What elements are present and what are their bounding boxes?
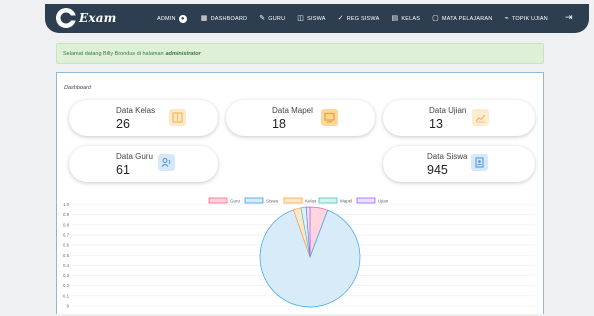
register-icon: ✓ — [337, 15, 344, 22]
nav-topik-ujian-label: TOPIK UJIAN — [511, 15, 548, 22]
welcome-alert: Selamat datang Billy Brondus di halaman … — [56, 43, 544, 64]
card-value: 61 — [116, 163, 130, 177]
card-label: Data Siswa — [427, 152, 468, 161]
card-label: Data Mapel — [272, 106, 313, 115]
subject-icon: ▢ — [432, 15, 439, 22]
brand-name: Exam — [79, 11, 117, 25]
id-badge-icon — [471, 154, 488, 171]
nav-menu: ADMIN ● ▦ DASHBOARD ✎ GURU ◫ SISWA ✓ REG… — [157, 4, 560, 33]
card-label: Data Guru — [116, 152, 153, 161]
card-value: 26 — [116, 117, 130, 131]
nav-guru[interactable]: ✎ GURU — [259, 15, 285, 22]
legend-label-mapel[interactable]: Mapel — [340, 199, 352, 204]
exam-topic-icon: ⌁ — [504, 15, 509, 22]
card-label: Data Ujian — [429, 106, 467, 115]
legend-label-siswa[interactable]: Siswa — [266, 199, 279, 204]
brand[interactable]: Exam — [55, 7, 117, 29]
nav-dashboard-label: DASHBOARD — [210, 15, 248, 22]
legend-label-kelas[interactable]: Kelas — [305, 199, 317, 204]
monitor-icon — [321, 109, 338, 126]
y-tick-label: 0.8 — [63, 222, 70, 227]
student-icon: ◫ — [297, 15, 305, 22]
y-tick-label: 0.9 — [63, 212, 70, 217]
table-icon — [169, 109, 186, 126]
teacher-icon: ✎ — [259, 15, 266, 22]
legend-swatch-guru[interactable] — [208, 197, 228, 204]
card-data-guru[interactable]: Data Guru 61 — [69, 146, 218, 182]
legend-label-guru[interactable]: Guru — [230, 199, 241, 204]
card-label: Data Kelas — [116, 106, 156, 115]
nav-admin[interactable]: ADMIN ● — [157, 14, 187, 23]
chart-legend: Guru Siswa Kelas Mapel Ujian — [208, 197, 389, 204]
legend-swatch-kelas[interactable] — [283, 197, 303, 204]
nav-reg-siswa[interactable]: ✓ REG SISWA — [338, 15, 380, 22]
card-data-siswa[interactable]: Data Siswa 945 — [383, 146, 535, 182]
dashboard-panel: Dashboard Data Kelas 26 Data Mapel 18 Da… — [56, 72, 544, 314]
logout-icon[interactable]: ⇥ — [565, 12, 573, 23]
legend-swatch-siswa[interactable] — [244, 197, 264, 204]
users-icon — [158, 154, 175, 171]
top-navbar: Exam ADMIN ● ▦ DASHBOARD ✎ GURU ◫ SISWA … — [45, 4, 589, 33]
card-data-kelas[interactable]: Data Kelas 26 — [69, 100, 218, 136]
card-data-ujian[interactable]: Data Ujian 13 — [383, 100, 535, 136]
card-value: 18 — [272, 117, 286, 131]
nav-siswa-label: SISWA — [307, 15, 326, 22]
nav-guru-label: GURU — [268, 15, 286, 22]
y-tick-label: 0.2 — [63, 283, 70, 288]
nav-siswa[interactable]: ◫ SISWA — [297, 15, 325, 22]
legend-swatch-ujian[interactable] — [356, 197, 376, 204]
y-tick-label: 0.6 — [63, 243, 70, 248]
nav-kelas[interactable]: ▤ KELAS — [392, 15, 421, 22]
y-tick-label: 0.3 — [63, 273, 70, 278]
brand-logo-icon — [56, 8, 76, 28]
y-tick-label: 1.0 — [63, 202, 70, 207]
nav-kelas-label: KELAS — [401, 15, 421, 22]
y-tick-label: 0.7 — [63, 232, 70, 237]
card-data-mapel[interactable]: Data Mapel 18 — [226, 100, 375, 136]
dashboard-icon: ▦ — [200, 15, 208, 22]
y-tick-label: 0.4 — [63, 263, 70, 268]
nav-dashboard[interactable]: ▦ DASHBOARD — [201, 15, 247, 22]
nav-reg-siswa-label: REG SISWA — [346, 15, 380, 22]
legend-swatch-mapel[interactable] — [318, 197, 338, 204]
panel-title: Dashboard — [64, 85, 91, 91]
card-value: 945 — [427, 163, 448, 177]
legend-label-ujian[interactable]: Ujian — [378, 199, 389, 204]
nav-topik-ujian[interactable]: ⌁ TOPIK UJIAN — [504, 15, 547, 22]
student-chart: Guru Siswa Kelas Mapel Ujian 1.0 0.9 0.8 0.7 0.6… — [63, 197, 535, 309]
card-value: 13 — [429, 117, 443, 131]
y-tick-label: 0.5 — [63, 253, 70, 258]
y-tick-label: 0 — [67, 304, 70, 309]
user-avatar-icon: ● — [178, 14, 187, 23]
nav-mata-pelajaran-label: MATA PELAJARAN — [441, 15, 493, 22]
welcome-text: Selamat datang Billy Brondus di halaman — [63, 50, 164, 57]
line-chart-icon — [472, 109, 489, 126]
y-tick-label: 0.1 — [63, 293, 70, 298]
nav-mata-pelajaran[interactable]: ▢ MATA PELAJARAN — [432, 15, 492, 22]
class-icon: ▤ — [391, 15, 399, 22]
chart-pie — [259, 206, 361, 308]
admin-label: ADMIN — [157, 15, 176, 22]
welcome-role: administrator — [165, 50, 201, 57]
